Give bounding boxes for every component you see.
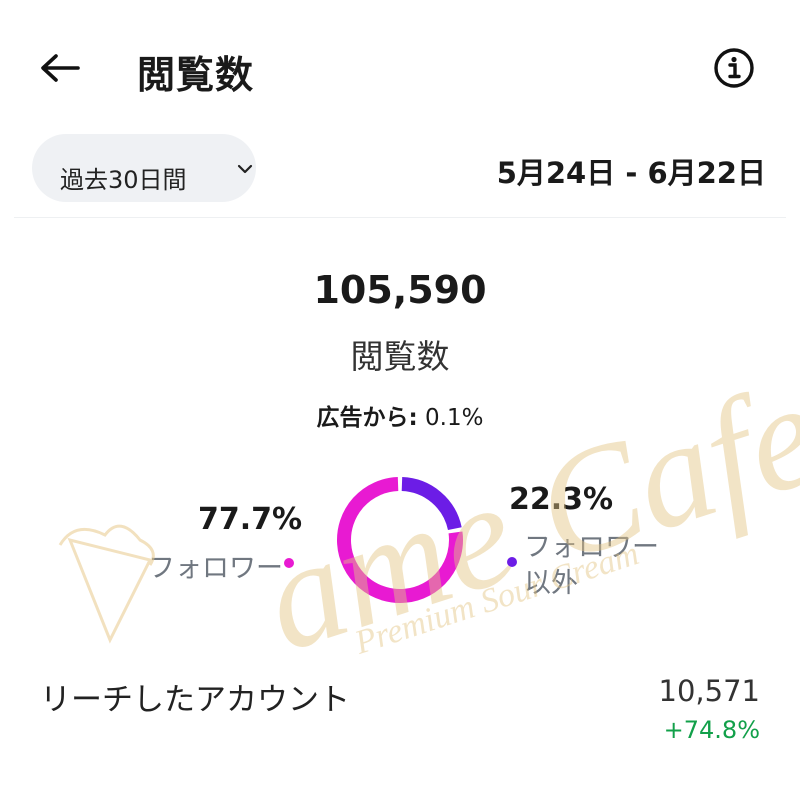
period-dropdown[interactable]: 過去30日間 [32, 134, 256, 202]
ads-share-label: 広告から: [316, 405, 418, 431]
non-follower-segment [401, 477, 462, 531]
page-title: 閲覧数 [137, 53, 255, 97]
chevron-down-icon [237, 164, 253, 174]
follower-percent: 77.7% [198, 502, 303, 537]
reached-accounts-value: 10,571 [658, 674, 760, 708]
total-views-value: 105,590 [313, 268, 487, 312]
divider [14, 217, 786, 218]
follower-label: フォロワー [148, 553, 283, 584]
period-label: 過去30日間 [60, 166, 187, 194]
reached-accounts-change: +74.8% [663, 716, 760, 744]
follower-donut-chart [337, 477, 463, 603]
info-icon [714, 48, 754, 88]
non-follower-label: フォロワー以外 [524, 532, 659, 599]
date-range: 5月24日 - 6月22日 [496, 156, 766, 190]
arrow-left-icon [41, 54, 80, 82]
follower-legend-dot [284, 558, 294, 568]
non-follower-percent: 22.3% [509, 482, 614, 517]
reached-accounts-label: リーチしたアカウント [40, 682, 350, 718]
info-button[interactable] [712, 46, 756, 90]
back-button[interactable] [36, 48, 84, 88]
ads-share: 広告から: 0.1% [0, 398, 800, 432]
app-header: 閲覧数 [0, 0, 800, 130]
total-views-label: 閲覧数 [350, 337, 450, 376]
ads-share-value: 0.1% [425, 405, 484, 431]
non-follower-legend-dot [507, 557, 517, 567]
